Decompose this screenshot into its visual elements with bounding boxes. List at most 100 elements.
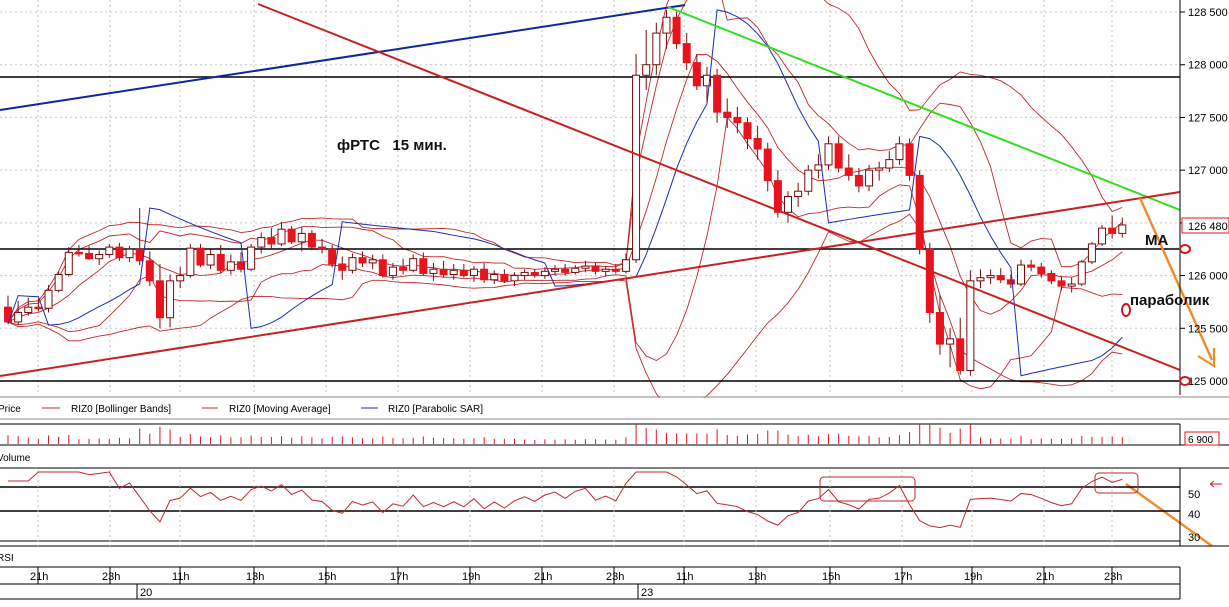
candle-98 xyxy=(996,268,1005,283)
candle-42 xyxy=(429,262,438,281)
candle-46 xyxy=(469,266,478,282)
candle-33 xyxy=(338,256,347,280)
price-tick-125500: 125 500 xyxy=(1188,323,1228,335)
candle-59 xyxy=(601,266,610,277)
candle-34 xyxy=(348,253,357,274)
candle-77 xyxy=(784,191,793,223)
time-tick-1: 23h xyxy=(102,571,120,583)
rsi-label: RSI xyxy=(0,553,14,564)
candle-75 xyxy=(763,142,772,192)
candle-99 xyxy=(1006,274,1015,289)
rsi-tick-40: 40 xyxy=(1188,509,1200,521)
candle-9 xyxy=(95,250,104,266)
rsi-tick-30: 30 xyxy=(1188,532,1200,544)
candle-49 xyxy=(500,269,509,283)
time-tick-4: 15h xyxy=(318,571,336,583)
candle-6 xyxy=(64,247,73,277)
price-tick-127500: 127 500 xyxy=(1188,112,1228,124)
price-tick-127000: 127 000 xyxy=(1188,165,1228,177)
candle-28 xyxy=(287,226,296,244)
time-tick-0: 21h xyxy=(30,571,48,583)
rsi-tick-50: 50 xyxy=(1188,489,1200,501)
time-tick-7: 21h xyxy=(534,571,552,583)
candle-64 xyxy=(652,22,661,76)
candle-90 xyxy=(915,170,924,255)
candle-39 xyxy=(399,258,408,275)
trend-lines xyxy=(0,3,1216,547)
legend-moving-average: RIZ0 [Moving Average] xyxy=(229,404,331,415)
rsi-line xyxy=(8,471,1123,529)
price-tick-128500: 128 500 xyxy=(1188,7,1228,19)
time-axis: 21h 23h 11h 13h 15h 17h 19h 21h 23h 11h 13h 15h 17h 1… xyxy=(0,566,1181,600)
legend: Price RIZ0 [Bollinger Bands] RIZ0 [Movin… xyxy=(0,396,1229,420)
candle-19 xyxy=(196,243,205,268)
rsi-highlight-2 xyxy=(1094,472,1139,494)
candle-2 xyxy=(24,297,33,316)
ma-marker xyxy=(1179,244,1191,254)
candle-35 xyxy=(358,251,367,268)
time-tick-9: 11h xyxy=(676,571,694,583)
red-support-line xyxy=(0,191,1181,377)
time-tick-12: 17h xyxy=(894,571,912,583)
candle-14 xyxy=(145,251,154,287)
candle-103 xyxy=(1047,270,1056,285)
candle-8 xyxy=(85,246,94,260)
candle-41 xyxy=(419,252,428,276)
time-tick-15: 23h xyxy=(1104,571,1122,583)
candle-78 xyxy=(794,182,803,208)
candle-52 xyxy=(530,269,539,278)
candle-67 xyxy=(682,33,691,70)
candle-66 xyxy=(672,12,681,49)
candle-15 xyxy=(155,263,164,329)
candle-91 xyxy=(925,242,934,324)
candle-71 xyxy=(723,98,732,128)
volume-last-label: 6 900 xyxy=(1188,435,1213,446)
candle-24 xyxy=(247,243,256,272)
legend-parabolic-sar: RIZ0 [Parabolic SAR] xyxy=(388,404,483,415)
candle-58 xyxy=(591,262,600,275)
candle-61 xyxy=(621,253,630,274)
candle-27 xyxy=(277,221,286,247)
time-tick-14: 21h xyxy=(1036,571,1054,583)
candle-29 xyxy=(297,227,306,252)
candle-37 xyxy=(378,254,387,278)
legend-bollinger: RIZ0 [Bollinger Bands] xyxy=(71,404,171,415)
candle-89 xyxy=(905,138,914,181)
price-tick-126000: 126 000 xyxy=(1188,271,1228,283)
time-tick-3: 13h xyxy=(246,571,264,583)
chart-window: 125 000125 500126 000126 500127 000127 5… xyxy=(0,0,1229,602)
candle-10 xyxy=(105,243,114,258)
volume-label: Volume xyxy=(0,453,31,464)
candle-107 xyxy=(1087,241,1096,264)
candle-73 xyxy=(743,117,752,150)
time-tick-6: 19h xyxy=(462,571,480,583)
candle-25 xyxy=(257,232,266,254)
price-chart[interactable]: 125 000125 500126 000126 500127 000127 5… xyxy=(0,0,1229,602)
parabolic-annotation: параболик xyxy=(1130,292,1210,309)
date-label-20: 20 xyxy=(140,587,152,599)
rsi-panel: 50 40 30 RSI xyxy=(0,467,1229,564)
candle-106 xyxy=(1077,259,1086,287)
candle-87 xyxy=(885,151,894,173)
green-trend-line xyxy=(667,6,1181,211)
candle-86 xyxy=(875,161,884,181)
bollinger-bands xyxy=(7,0,1123,413)
candle-47 xyxy=(480,262,489,283)
candle-105 xyxy=(1067,277,1076,293)
candle-96 xyxy=(976,269,985,289)
time-tick-2: 11h xyxy=(172,571,190,583)
volume-panel: 6 900 Volume xyxy=(0,423,1229,464)
candle-108 xyxy=(1098,224,1107,247)
date-label-23: 23 xyxy=(641,587,653,599)
legend-price: Price xyxy=(0,404,21,415)
candle-20 xyxy=(206,249,215,270)
candle-36 xyxy=(368,254,377,270)
time-tick-11: 15h xyxy=(822,571,840,583)
candle-79 xyxy=(804,164,813,196)
candle-97 xyxy=(986,269,995,285)
candle-17 xyxy=(176,267,185,289)
last-price-label: 126 480 xyxy=(1188,221,1228,233)
grid xyxy=(0,0,1180,395)
candle-30 xyxy=(307,230,316,251)
sar-marker xyxy=(1121,303,1131,317)
